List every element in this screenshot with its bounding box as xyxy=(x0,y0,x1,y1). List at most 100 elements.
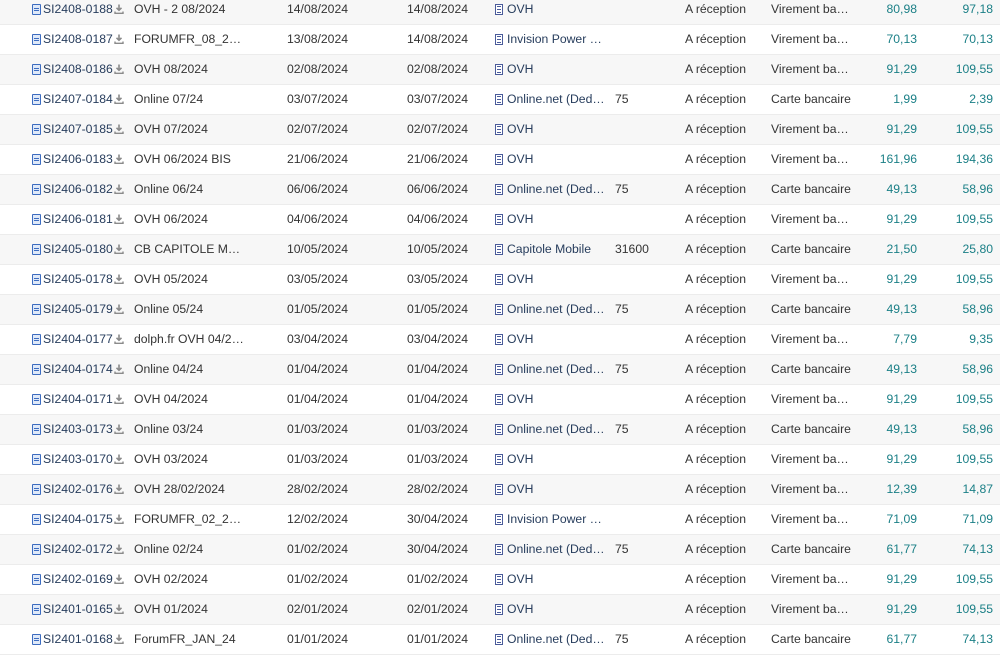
download-icon[interactable] xyxy=(114,446,124,464)
table-row[interactable]: SI2407-0185 OVH 07/2024 02/07/2024 02/07/20… xyxy=(0,115,1000,145)
supplier-cell[interactable]: OVH xyxy=(495,595,607,624)
invoice-document-icon[interactable] xyxy=(32,4,41,15)
invoice-document-icon[interactable] xyxy=(32,484,41,495)
table-row[interactable]: SI2404-0174 Online 04/24 01/04/2024 01/04/2… xyxy=(0,355,1000,385)
invoice-document-icon[interactable] xyxy=(32,214,41,225)
table-row[interactable]: SI2405-0178 OVH 05/2024 03/05/2024 03/05/20… xyxy=(0,265,1000,295)
table-row[interactable]: SI2408-0186 OVH 08/2024 02/08/2024 02/08/20… xyxy=(0,55,1000,85)
table-row[interactable]: SI2401-0165 OVH 01/2024 02/01/2024 02/01/20… xyxy=(0,595,1000,625)
download-icon[interactable] xyxy=(114,146,124,164)
supplier-cell[interactable]: OVH xyxy=(495,265,607,294)
invoice-document-icon[interactable] xyxy=(32,274,41,285)
table-row[interactable]: SI2406-0181 OVH 06/2024 04/06/2024 04/06/20… xyxy=(0,205,1000,235)
table-row[interactable]: SI2402-0172 Online 02/24 01/02/2024 30/04/2… xyxy=(0,535,1000,565)
download-icon[interactable] xyxy=(114,476,124,494)
download-icon[interactable] xyxy=(114,56,124,74)
supplier-name[interactable]: OVH xyxy=(507,392,533,406)
supplier-cell[interactable]: OVH xyxy=(495,565,607,594)
table-row[interactable]: SI2407-0184 Online 07/24 03/07/2024 03/07/2… xyxy=(0,85,1000,115)
supplier-cell[interactable]: Invision Power Bo… xyxy=(495,505,607,534)
invoice-document-icon[interactable] xyxy=(32,514,41,525)
supplier-cell[interactable]: OVH xyxy=(495,145,607,174)
invoice-document-icon[interactable] xyxy=(32,124,41,135)
table-row[interactable]: SI2408-0187 FORUMFR_08_2024 13/08/2024 14/0… xyxy=(0,25,1000,55)
supplier-cell[interactable]: Online.net (Dedib… xyxy=(495,355,607,384)
invoice-document-icon[interactable] xyxy=(32,244,41,255)
supplier-name[interactable]: OVH xyxy=(507,332,533,346)
invoice-ref-link[interactable]: SI2408-0188 xyxy=(43,2,113,16)
download-icon[interactable] xyxy=(114,206,124,224)
supplier-name[interactable]: Online.net (Dedib… xyxy=(507,92,607,106)
supplier-name[interactable]: OVH xyxy=(507,572,533,586)
supplier-cell[interactable]: OVH xyxy=(495,115,607,144)
supplier-name[interactable]: OVH xyxy=(507,2,533,16)
download-icon[interactable] xyxy=(114,596,124,614)
download-icon[interactable] xyxy=(114,236,124,254)
supplier-cell[interactable]: Online.net (Dedib… xyxy=(495,625,607,654)
invoice-document-icon[interactable] xyxy=(32,394,41,405)
invoice-document-icon[interactable] xyxy=(32,424,41,435)
invoice-document-icon[interactable] xyxy=(32,634,41,645)
supplier-name[interactable]: Online.net (Dedib… xyxy=(507,182,607,196)
download-icon[interactable] xyxy=(114,566,124,584)
supplier-cell[interactable]: OVH xyxy=(495,325,607,354)
supplier-name[interactable]: Online.net (Dedib… xyxy=(507,362,607,376)
supplier-name[interactable]: OVH xyxy=(507,272,533,286)
table-row[interactable]: SI2404-0177 dolph.fr OVH 04/2024 03/04/202… xyxy=(0,325,1000,355)
supplier-name[interactable]: OVH xyxy=(507,122,533,136)
supplier-cell[interactable]: Capitole Mobile xyxy=(495,235,607,264)
invoice-ref-link[interactable]: SI2404-0175 xyxy=(43,512,113,526)
invoice-document-icon[interactable] xyxy=(32,334,41,345)
download-icon[interactable] xyxy=(114,0,124,14)
download-icon[interactable] xyxy=(114,86,124,104)
invoice-document-icon[interactable] xyxy=(32,544,41,555)
invoice-document-icon[interactable] xyxy=(32,184,41,195)
table-row[interactable]: SI2406-0182 Online 06/24 06/06/2024 06/06/2… xyxy=(0,175,1000,205)
download-icon[interactable] xyxy=(114,176,124,194)
invoice-document-icon[interactable] xyxy=(32,64,41,75)
invoice-ref-link[interactable]: SI2403-0170 xyxy=(43,452,113,466)
invoice-ref-link[interactable]: SI2406-0183 xyxy=(43,152,113,166)
supplier-cell[interactable]: OVH xyxy=(495,205,607,234)
invoice-document-icon[interactable] xyxy=(32,364,41,375)
table-row[interactable]: SI2404-0175 FORUMFR_02_2024 12/02/2024 30/0… xyxy=(0,505,1000,535)
invoice-ref-link[interactable]: SI2406-0181 xyxy=(43,212,113,226)
download-icon[interactable] xyxy=(114,626,124,644)
supplier-name[interactable]: Capitole Mobile xyxy=(507,242,591,256)
table-row[interactable]: SI2405-0179 Online 05/24 01/05/2024 01/05/2… xyxy=(0,295,1000,325)
supplier-cell[interactable]: Online.net (Dedib… xyxy=(495,415,607,444)
supplier-name[interactable]: Invision Power Bo… xyxy=(507,512,607,526)
invoice-ref-link[interactable]: SI2405-0180 xyxy=(43,242,113,256)
table-row[interactable]: SI2405-0180 CB CAPITOLE MOB… 10/05/2024 10/… xyxy=(0,235,1000,265)
supplier-cell[interactable]: OVH xyxy=(495,55,607,84)
download-icon[interactable] xyxy=(114,506,124,524)
invoice-ref-link[interactable]: SI2408-0187 xyxy=(43,32,113,46)
download-icon[interactable] xyxy=(114,356,124,374)
supplier-name[interactable]: OVH xyxy=(507,482,533,496)
invoice-ref-link[interactable]: SI2401-0168 xyxy=(43,632,113,646)
download-icon[interactable] xyxy=(114,416,124,434)
table-row[interactable]: SI2401-0168 ForumFR_JAN_24 01/01/2024 01/01… xyxy=(0,625,1000,655)
invoice-document-icon[interactable] xyxy=(32,94,41,105)
invoice-ref-link[interactable]: SI2402-0176 xyxy=(43,482,113,496)
invoice-ref-link[interactable]: SI2406-0182 xyxy=(43,182,113,196)
invoice-ref-link[interactable]: SI2404-0177 xyxy=(43,332,113,346)
supplier-name[interactable]: OVH xyxy=(507,212,533,226)
supplier-name[interactable]: Invision Power Bo… xyxy=(507,32,607,46)
supplier-cell[interactable]: Online.net (Dedib… xyxy=(495,175,607,204)
supplier-name[interactable]: Online.net (Dedib… xyxy=(507,542,607,556)
supplier-cell[interactable]: Online.net (Dedib… xyxy=(495,535,607,564)
download-icon[interactable] xyxy=(114,26,124,44)
supplier-name[interactable]: Online.net (Dedib… xyxy=(507,422,607,436)
download-icon[interactable] xyxy=(114,326,124,344)
supplier-cell[interactable]: OVH xyxy=(495,475,607,504)
invoice-ref-link[interactable]: SI2403-0173 xyxy=(43,422,113,436)
invoice-ref-link[interactable]: SI2408-0186 xyxy=(43,62,113,76)
download-icon[interactable] xyxy=(114,116,124,134)
table-row[interactable]: SI2403-0173 Online 03/24 01/03/2024 01/03/2… xyxy=(0,415,1000,445)
invoice-ref-link[interactable]: SI2407-0185 xyxy=(43,122,113,136)
supplier-name[interactable]: Online.net (Dedib… xyxy=(507,302,607,316)
table-row[interactable]: SI2404-0171 OVH 04/2024 01/04/2024 01/04/20… xyxy=(0,385,1000,415)
supplier-name[interactable]: Online.net (Dedib… xyxy=(507,632,607,646)
invoice-ref-link[interactable]: SI2405-0179 xyxy=(43,302,113,316)
